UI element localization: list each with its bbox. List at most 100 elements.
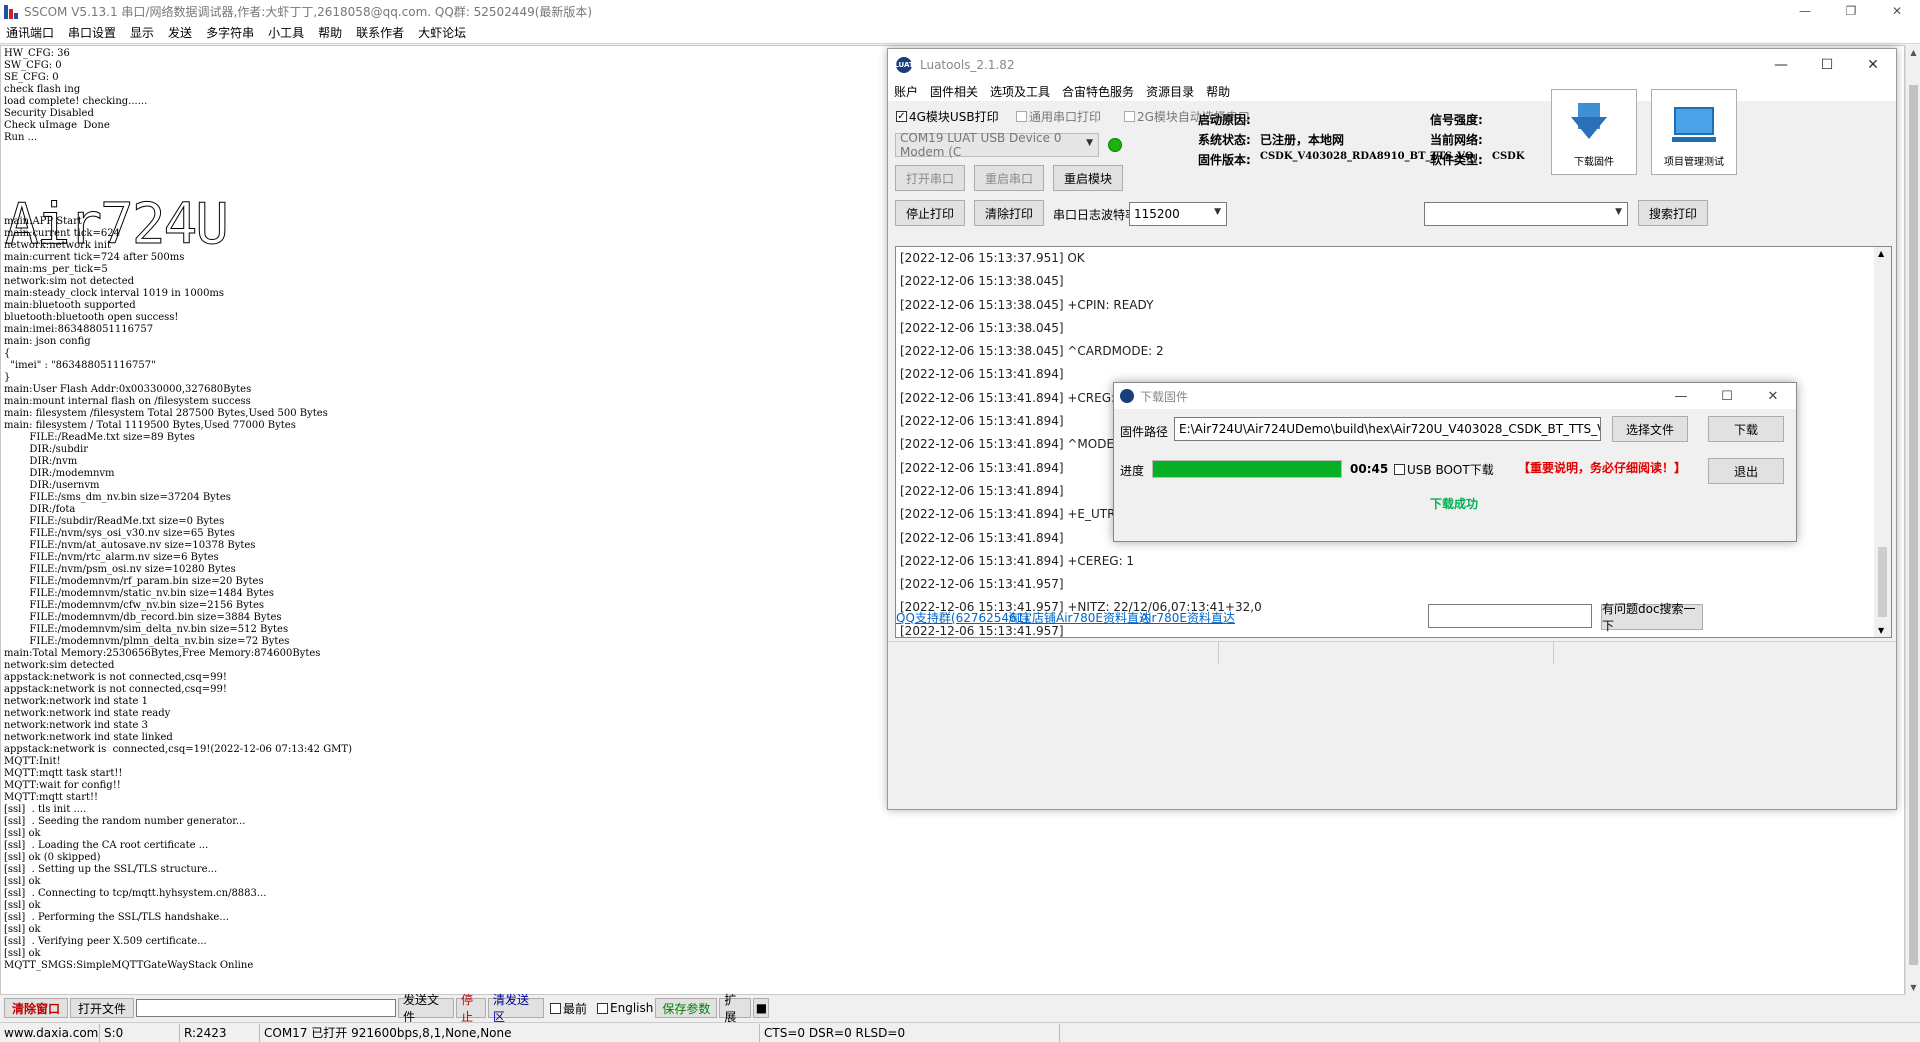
status-led-icon xyxy=(1108,138,1122,152)
menu-account[interactable]: 账户 xyxy=(894,83,918,100)
checkbox-icon[interactable] xyxy=(1394,464,1405,475)
stop-button[interactable]: 停止 xyxy=(456,993,486,1024)
menu-display[interactable]: 显示 xyxy=(130,24,154,41)
search-print-button[interactable]: 搜索打印 xyxy=(1638,200,1708,226)
scroll-up-icon[interactable]: ▲ xyxy=(1878,249,1884,258)
menu-services[interactable]: 合宙特色服务 xyxy=(1062,83,1134,100)
menu-help[interactable]: 帮助 xyxy=(1206,83,1230,100)
important-notice-link[interactable]: 【重要说明，务必仔细阅读！】 xyxy=(1518,459,1686,476)
dialog-titlebar: 下载固件 — ☐ ✕ xyxy=(1114,383,1796,409)
menu-contact[interactable]: 联系作者 xyxy=(356,24,404,41)
clear-window-button[interactable]: 清除窗口 xyxy=(4,998,68,1018)
menu-help[interactable]: 帮助 xyxy=(318,24,342,41)
link-air780e-1[interactable]: Air780E资料直达 xyxy=(1056,609,1151,626)
baud-label: 串口日志波特率 xyxy=(1053,208,1138,222)
exit-button[interactable]: 退出 xyxy=(1708,458,1784,484)
dialog-logo-icon xyxy=(1120,389,1134,403)
link-taobao[interactable]: 淘宝店铺 xyxy=(1008,609,1056,626)
port-select[interactable]: COM19 LUAT USB Device 0 Modem (C ▼ xyxy=(895,131,1099,159)
scroll-up-icon[interactable]: ▲ xyxy=(1906,45,1920,60)
close-icon[interactable]: ✕ xyxy=(1750,383,1796,409)
scroll-down-icon[interactable]: ▼ xyxy=(1906,980,1920,995)
menu-multi-string[interactable]: 多字符串 xyxy=(206,24,254,41)
baud-select[interactable]: 115200 ▼ xyxy=(1129,202,1227,226)
link-air780e-2[interactable]: Air780E资料直达 xyxy=(1140,609,1235,626)
doc-search-input[interactable] xyxy=(1428,604,1592,628)
checkbox-icon[interactable] xyxy=(550,1002,561,1014)
firmware-path-value: E:\Air724U\Air724UDemo\build\hex\Air720U… xyxy=(1179,422,1601,436)
minimize-icon[interactable]: — xyxy=(1658,383,1704,409)
log-line: [2022-12-06 15:13:38.045] +CPIN: READY xyxy=(900,297,1154,312)
doc-search-button[interactable]: 有问题doc搜索一下 xyxy=(1601,602,1703,633)
stop-square-icon[interactable]: ■ xyxy=(753,998,770,1018)
checked-icon[interactable]: ✓ xyxy=(896,111,907,122)
search-select[interactable]: ▼ xyxy=(1424,202,1628,226)
sscom-toolbar: 清除窗口 打开文件 发送文件 停止 清发送区 最前 English 保存参数 扩… xyxy=(0,993,1920,1024)
minimize-icon[interactable]: — xyxy=(1782,0,1828,22)
file-path-input[interactable] xyxy=(136,999,396,1017)
open-port-button[interactable]: 打开串口 xyxy=(895,165,965,191)
serial-print-label: 通用串口打印 xyxy=(1029,110,1102,124)
window-controls: — ❐ ✕ xyxy=(1782,0,1920,22)
log-scrollbar[interactable]: ▲ ▼ xyxy=(1874,247,1891,637)
monitor-icon xyxy=(1672,107,1716,143)
menu-resources[interactable]: 资源目录 xyxy=(1146,83,1194,100)
menu-send[interactable]: 发送 xyxy=(168,24,192,41)
luatools-title: Luatools_2.1.82 xyxy=(920,58,1015,72)
scroll-thumb[interactable] xyxy=(1909,85,1918,965)
luatools-logo-icon: LUAT xyxy=(894,57,914,73)
open-file-button[interactable]: 打开文件 xyxy=(70,998,134,1018)
log-line: [2022-12-06 15:13:38.045] ^CARDMODE: 2 xyxy=(900,344,1164,359)
maximize-icon[interactable]: ☐ xyxy=(1804,49,1850,81)
luatools-menubar: 账户 固件相关 选项及工具 合宙特色服务 资源目录 帮助 xyxy=(888,81,1896,101)
expand-button[interactable]: 扩展 xyxy=(719,993,752,1024)
serial-print-checkbox[interactable]: 通用串口打印 xyxy=(1016,108,1101,125)
download-button[interactable]: 下载 xyxy=(1708,416,1784,442)
choose-file-button[interactable]: 选择文件 xyxy=(1612,416,1688,442)
usb-print-checkbox[interactable]: ✓ 4G模块USB打印 xyxy=(896,108,999,125)
project-management-button[interactable]: 项目管理测试 xyxy=(1651,89,1737,175)
save-params-button[interactable]: 保存参数 xyxy=(655,998,718,1018)
usb-boot-checkbox[interactable]: USB BOOT下载 xyxy=(1394,461,1494,478)
checkbox-icon[interactable] xyxy=(597,1002,609,1014)
menu-forum[interactable]: 大虾论坛 xyxy=(418,24,466,41)
maximize-icon[interactable]: ☐ xyxy=(1704,383,1750,409)
english-checkbox[interactable]: English xyxy=(597,1001,653,1015)
sscom-window: SSCOM V5.13.1 串口/网络数据调试器,作者:大虾丁丁,2618058… xyxy=(0,0,1920,1042)
status-url[interactable]: www.daxia.com xyxy=(0,1023,100,1042)
menu-tools[interactable]: 小工具 xyxy=(268,24,304,41)
menu-firmware[interactable]: 固件相关 xyxy=(930,83,978,100)
scroll-down-icon[interactable]: ▼ xyxy=(1878,626,1884,635)
stop-print-button[interactable]: 停止打印 xyxy=(895,200,965,226)
minimize-icon[interactable]: — xyxy=(1758,49,1804,81)
software-type-value: CSDK xyxy=(1492,151,1525,162)
log-line: [2022-12-06 15:13:38.045] xyxy=(900,320,1064,335)
close-icon[interactable]: ✕ xyxy=(1850,49,1896,81)
log-line: [2022-12-06 15:13:41.894] +CEREG: 1 xyxy=(900,553,1135,568)
restore-icon[interactable]: ❐ xyxy=(1828,0,1874,22)
clear-send-button[interactable]: 清发送区 xyxy=(488,993,544,1024)
send-file-button[interactable]: 发送文件 xyxy=(398,993,454,1024)
progress-bar xyxy=(1152,460,1342,478)
baud-value: 115200 xyxy=(1134,207,1180,221)
receive-scrollbar[interactable]: ▲ ▼ xyxy=(1905,45,1920,995)
software-type-label: 软件类型: xyxy=(1430,153,1483,167)
status-sent: S:0 xyxy=(100,1023,180,1042)
sscom-menubar: 通讯端口 串口设置 显示 发送 多字符串 小工具 帮助 联系作者 大虾论坛 xyxy=(0,22,1920,44)
close-icon[interactable]: ✕ xyxy=(1874,0,1920,22)
chevron-down-icon: ▼ xyxy=(1214,207,1221,217)
firmware-path-input[interactable]: E:\Air724U\Air724UDemo\build\hex\Air720U… xyxy=(1174,417,1601,441)
menu-options[interactable]: 选项及工具 xyxy=(990,83,1050,100)
restart-module-button[interactable]: 重启模块 xyxy=(1053,165,1123,191)
topmost-checkbox[interactable]: 最前 xyxy=(550,1000,587,1017)
network-label: 当前网络: xyxy=(1430,133,1483,147)
restart-port-button[interactable]: 重启串口 xyxy=(974,165,1044,191)
download-firmware-button[interactable]: 下载固件 xyxy=(1551,89,1637,175)
scroll-thumb[interactable] xyxy=(1878,547,1887,617)
checkbox-icon[interactable] xyxy=(1016,111,1027,122)
log-line: [2022-12-06 15:13:38.045] xyxy=(900,274,1064,289)
menu-port[interactable]: 通讯端口 xyxy=(6,24,54,41)
checkbox-icon[interactable] xyxy=(1124,111,1135,122)
clear-print-button[interactable]: 清除打印 xyxy=(974,200,1044,226)
menu-serial-settings[interactable]: 串口设置 xyxy=(68,24,116,41)
